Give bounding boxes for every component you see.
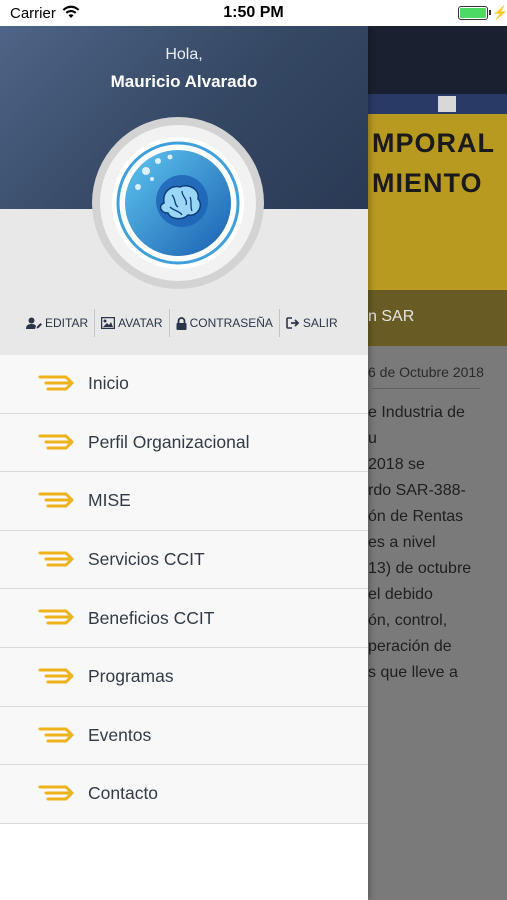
news-article-text: e Industria de u 2018 se rdo SAR-388- ón… <box>368 400 507 686</box>
menu-item-contacto[interactable]: Contacto <box>0 765 368 824</box>
logout-label: SALIR <box>302 316 338 330</box>
background-header <box>368 26 507 94</box>
menu-item-servicios-ccit[interactable]: Servicios CCIT <box>0 530 368 590</box>
article-line: 13) de octubre <box>368 560 472 577</box>
speed-lines-icon <box>38 551 74 567</box>
article-line: es a nivel <box>368 534 436 551</box>
menu-item-perfil-organizacional[interactable]: Perfil Organizacional <box>0 413 368 473</box>
lock-icon <box>176 316 187 330</box>
menu-item-eventos[interactable]: Eventos <box>0 706 368 766</box>
image-sign-text: MIENTO <box>372 168 483 198</box>
speed-lines-icon <box>38 434 74 450</box>
drawer-menu: Inicio Perfil Organizacional MISE Servic… <box>0 355 368 824</box>
menu-item-programas[interactable]: Programas <box>0 647 368 707</box>
menu-item-label: Contacto <box>88 783 159 804</box>
avatar-button[interactable]: AVATAR <box>95 308 168 338</box>
greeting: Hola, <box>165 46 203 63</box>
divider <box>372 388 480 389</box>
side-drawer: Hola, Mauricio Alvarado EDITAR AVATAR CO… <box>0 26 368 900</box>
menu-item-label: Eventos <box>88 724 152 745</box>
edit-label: EDITAR <box>45 316 89 330</box>
menu-item-inicio[interactable]: Inicio <box>0 355 368 414</box>
menu-item-label: Perfil Organizacional <box>88 431 250 452</box>
article-line: s que lleve a <box>368 664 458 681</box>
menu-item-label: Inicio <box>88 373 129 394</box>
profile-actions: EDITAR AVATAR CONTRASEÑA SALIR <box>20 308 350 338</box>
status-bar: Carrier 1:50 PM ⚡ <box>0 0 507 26</box>
article-line: el debido <box>368 586 433 603</box>
change-password-button[interactable]: CONTRASEÑA <box>170 308 279 338</box>
brain-logo-icon <box>116 141 240 265</box>
article-line: ón de Rentas <box>368 508 464 525</box>
image-sign-text: MPORAL <box>372 128 495 158</box>
speed-lines-icon <box>38 609 74 625</box>
logout-button[interactable]: SALIR <box>280 308 344 338</box>
article-line: peración de <box>368 638 452 655</box>
menu-item-beneficios-ccit[interactable]: Beneficios CCIT <box>0 589 368 648</box>
clock: 1:50 PM <box>223 4 284 21</box>
article-line: u <box>368 430 377 447</box>
speed-lines-icon <box>38 668 74 684</box>
menu-item-label: MISE <box>88 490 131 511</box>
battery-icon <box>458 6 491 20</box>
user-name: Mauricio Alvarado <box>110 72 258 91</box>
speed-lines-icon <box>38 492 74 508</box>
news-date: 6 de Octubre 2018 <box>368 364 484 380</box>
menu-item-label: Programas <box>88 666 174 687</box>
menu-item-label: Servicios CCIT <box>88 549 205 570</box>
sign-banner <box>368 94 507 114</box>
user-edit-icon <box>26 317 42 329</box>
menu-item-label: Beneficios CCIT <box>88 607 215 628</box>
article-line: e Industria de <box>368 404 465 421</box>
charging-bolt-icon: ⚡ <box>492 5 507 20</box>
article-line: ón, control, <box>368 612 448 629</box>
speed-lines-icon <box>38 375 74 391</box>
article-line: 2018 se <box>368 456 425 473</box>
menu-item-mise[interactable]: MISE <box>0 472 368 531</box>
speed-lines-icon <box>38 785 74 801</box>
edit-profile-button[interactable]: EDITAR <box>20 308 94 338</box>
article-line: rdo SAR-388- <box>368 482 466 499</box>
password-label: CONTRASEÑA <box>189 316 273 330</box>
speed-lines-icon <box>38 727 74 743</box>
avatar-label: AVATAR <box>118 316 163 330</box>
news-caption: n SAR <box>368 308 415 325</box>
image-icon <box>101 317 116 329</box>
avatar[interactable] <box>92 117 264 289</box>
sign-out-icon <box>286 317 300 329</box>
